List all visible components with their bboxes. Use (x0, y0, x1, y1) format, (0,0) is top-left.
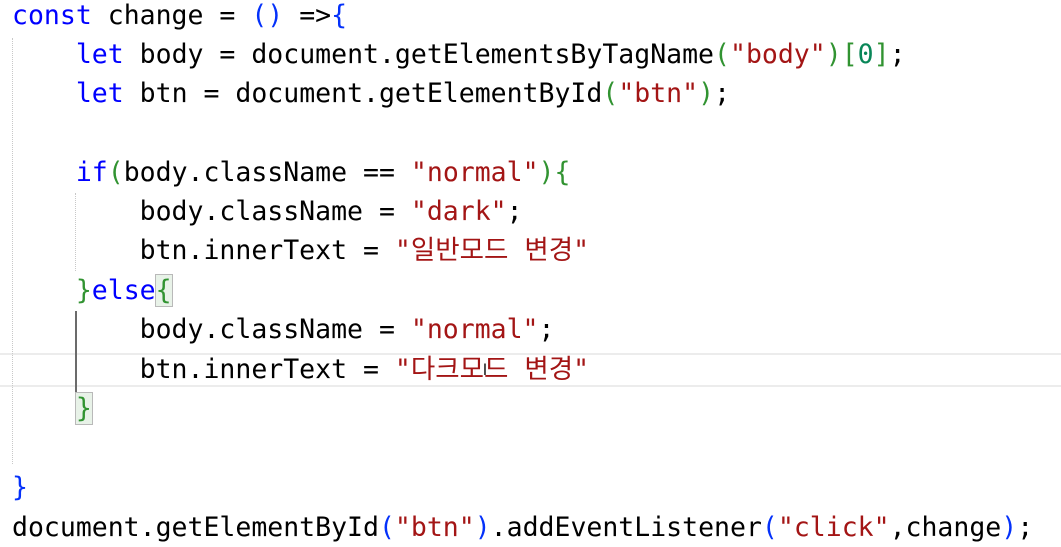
string-literal: "btn" (394, 512, 475, 543)
brace-close: } (75, 275, 92, 306)
code-text: body.className == (123, 157, 411, 188)
keyword-let: let (75, 39, 124, 70)
code-line-11[interactable]: } (12, 390, 93, 428)
paren-close: ) (1001, 512, 1018, 543)
string-literal: "dark" (410, 196, 507, 227)
semicolon: ; (1017, 512, 1034, 543)
keyword-let: let (75, 78, 124, 109)
code-text: body.className = (139, 314, 411, 345)
semicolon: ; (506, 196, 523, 227)
string-literal: "body" (729, 39, 826, 70)
keyword-const: const (12, 0, 92, 31)
code-text: btn.innerText = (139, 354, 395, 385)
code-text: document.getElementById (12, 512, 379, 543)
code-line-7[interactable]: btn.innerText = "일반모드 변경" (12, 232, 589, 270)
arrow-operator: => (283, 0, 332, 31)
brace-open: { (554, 157, 571, 188)
code-line-10[interactable]: btn.innerText = "다크모드 변경" (12, 351, 589, 389)
code-text: body = document.getElementsByTagName (123, 39, 715, 70)
code-editor[interactable]: const change = () =>{ let body = documen… (0, 0, 1061, 547)
string-literal: "normal" (410, 314, 539, 345)
bracket-open: [ (841, 39, 858, 70)
string-literal: "btn" (618, 78, 699, 109)
keyword-else: else (91, 275, 156, 306)
code-line-2[interactable]: let body = document.getElementsByTagName… (12, 36, 906, 74)
paren-open: ( (251, 0, 268, 31)
code-line-6[interactable]: body.className = "dark"; (12, 193, 523, 231)
string-literal: "normal" (410, 157, 539, 188)
brace-close: } (12, 472, 28, 503)
code-line-14[interactable]: document.getElementById("btn").addEventL… (12, 509, 1033, 547)
paren-open: ( (761, 512, 778, 543)
code-text: btn = document.getElementById (123, 78, 603, 109)
string-literal: "일반모드 변경" (394, 235, 590, 266)
paren-open: ( (602, 78, 619, 109)
code-text: change = (91, 0, 252, 31)
code-text: .addEventListener (490, 512, 762, 543)
paren-open: ( (378, 512, 395, 543)
code-line-3[interactable]: let btn = document.getElementById("btn")… (12, 75, 730, 113)
code-line-9[interactable]: body.className = "normal"; (12, 311, 555, 349)
i-beam-icon: I (482, 360, 488, 379)
string-literal: "click" (777, 512, 890, 543)
code-line-5[interactable]: if(body.className == "normal"){ (12, 154, 571, 192)
paren-close: ) (267, 0, 284, 31)
paren-close: ) (825, 39, 842, 70)
code-text: btn.innerText = (139, 235, 395, 266)
bracket-close: ] (873, 39, 890, 70)
paren-close: ) (538, 157, 555, 188)
brace-close-matched: } (74, 392, 93, 425)
semicolon: ; (714, 78, 731, 109)
paren-open: ( (714, 39, 730, 70)
semicolon: ; (538, 314, 555, 345)
code-line-13[interactable]: } (12, 469, 28, 507)
semicolon: ; (889, 39, 906, 70)
brace-open-matched: { (154, 274, 173, 307)
code-text: ,change (889, 512, 1002, 543)
string-literal: "다크모드 변경" (394, 354, 590, 385)
code-text: body.className = (139, 196, 411, 227)
brace-open: { (331, 0, 348, 31)
code-line-8[interactable]: }else{ (12, 272, 173, 310)
paren-open: ( (107, 157, 124, 188)
paren-close: ) (474, 512, 491, 543)
paren-close: ) (698, 78, 715, 109)
number-literal: 0 (857, 39, 874, 70)
keyword-if: if (75, 157, 108, 188)
code-line-1[interactable]: const change = () =>{ (12, 0, 347, 35)
